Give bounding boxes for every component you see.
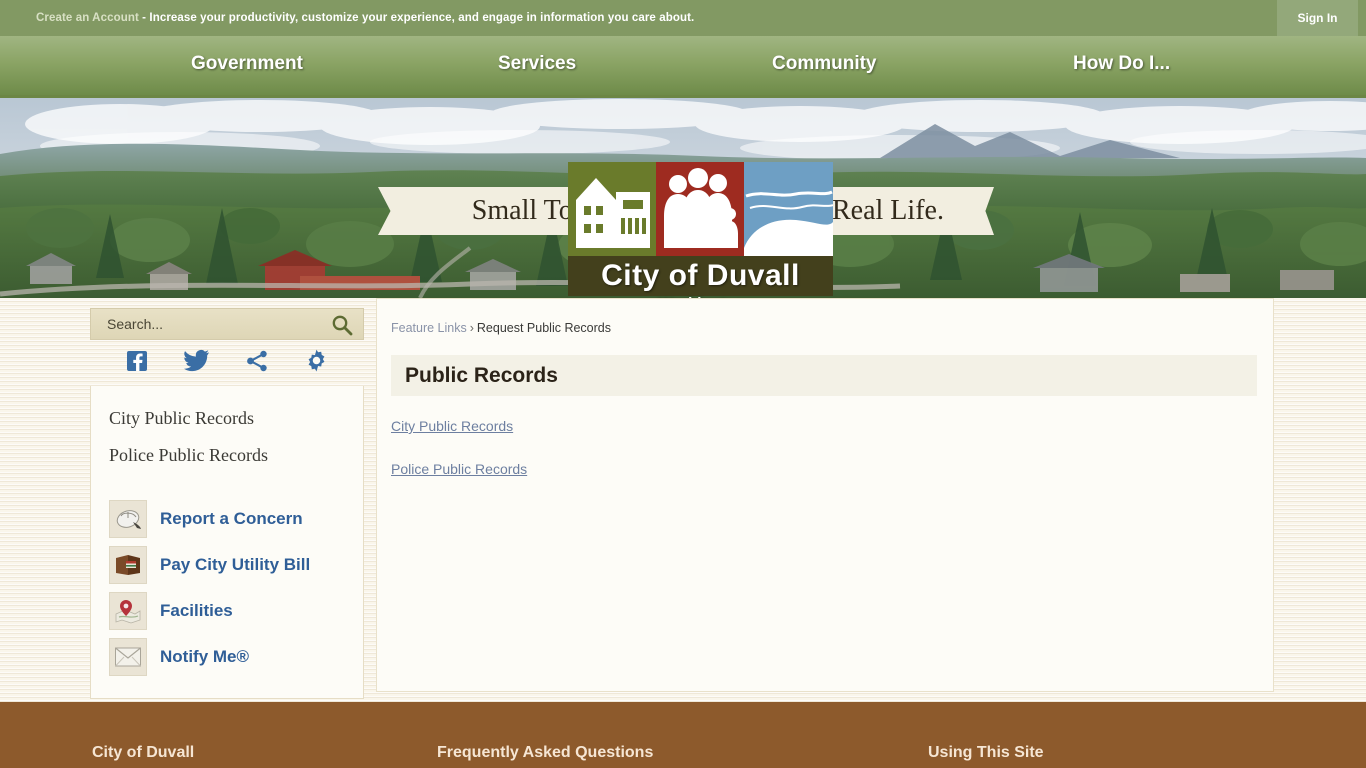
footer-heading-using-this-site[interactable]: Using This Site: [928, 744, 1044, 762]
search-input[interactable]: [105, 315, 315, 333]
quick-link-report-a-concern[interactable]: Report a Concern: [91, 496, 363, 542]
map-pin-icon: [109, 592, 147, 630]
breadcrumb: Feature Links › Request Public Records: [377, 299, 1273, 335]
site-footer: City of Duvall Frequently Asked Question…: [0, 702, 1366, 768]
facebook-icon[interactable]: [125, 349, 149, 378]
page-title-bar: Public Records: [391, 355, 1257, 396]
breadcrumb-parent-link[interactable]: Feature Links: [391, 321, 467, 335]
body-link-row: City Public Records: [391, 418, 1273, 461]
sign-in-button[interactable]: Sign In: [1277, 0, 1358, 36]
quick-link-label: Report a Concern: [160, 509, 303, 528]
body-link-row: Police Public Records: [391, 461, 1273, 504]
aerial-town-photo: [0, 98, 1366, 298]
search-box: [90, 308, 364, 340]
breadcrumb-current: Request Public Records: [476, 321, 612, 335]
hero-banner-photo: [0, 98, 1366, 298]
wallet-icon: [109, 546, 147, 584]
sidebar-link-police-public-records[interactable]: Police Public Records: [91, 437, 363, 474]
breadcrumb-separator: ›: [469, 321, 474, 335]
share-icon[interactable]: [245, 349, 269, 378]
page-root: Create an Account - Increase your produc…: [0, 0, 1366, 768]
content-area: City Public Records Police Public Record…: [0, 298, 1366, 702]
main-navigation: Government Services Community How Do I..…: [0, 36, 1366, 98]
body-links-list: City Public Records Police Public Record…: [377, 396, 1273, 504]
top-utility-tagline: - Increase your productivity, customize …: [138, 12, 695, 24]
social-icon-row: [90, 340, 364, 386]
quick-link-label: Pay City Utility Bill: [160, 555, 311, 574]
nav-item-how-do-i[interactable]: How Do I...: [1073, 53, 1170, 75]
top-utility-bar: Create an Account - Increase your produc…: [0, 0, 1366, 36]
page-title: Public Records: [405, 363, 558, 387]
footer-heading-faq[interactable]: Frequently Asked Questions: [437, 744, 653, 762]
create-account-link[interactable]: Create an Account: [36, 12, 139, 24]
quick-link-notify-me[interactable]: Notify Me®: [91, 634, 363, 680]
sidebar-panel: City Public Records Police Public Record…: [90, 386, 364, 699]
body-link-police-public-records[interactable]: Police Public Records: [391, 461, 527, 477]
search-icon[interactable]: [331, 314, 353, 336]
sidebar: City Public Records Police Public Record…: [90, 308, 365, 699]
nav-item-government[interactable]: Government: [191, 53, 303, 75]
nav-item-services[interactable]: Services: [498, 53, 576, 75]
nav-item-community[interactable]: Community: [772, 53, 877, 75]
quick-link-label: Notify Me®: [160, 647, 250, 666]
main-content-panel: Feature Links › Request Public Records Pub…: [376, 298, 1274, 692]
envelope-icon: [109, 638, 147, 676]
quick-link-pay-city-utility-bill[interactable]: Pay City Utility Bill: [91, 542, 363, 588]
mouse-icon: [109, 500, 147, 538]
footer-heading-city-of-duvall[interactable]: City of Duvall: [92, 744, 194, 762]
sidebar-link-city-public-records[interactable]: City Public Records: [91, 400, 363, 437]
quick-links-list: Report a Concern Pay City Utility Bill F…: [91, 496, 363, 680]
quick-link-label: Facilities: [160, 601, 233, 620]
twitter-icon[interactable]: [184, 349, 210, 378]
quick-link-facilities[interactable]: Facilities: [91, 588, 363, 634]
top-utility-message: Create an Account - Increase your produc…: [36, 12, 694, 24]
body-link-city-public-records[interactable]: City Public Records: [391, 418, 513, 434]
gear-icon[interactable]: [304, 348, 329, 378]
